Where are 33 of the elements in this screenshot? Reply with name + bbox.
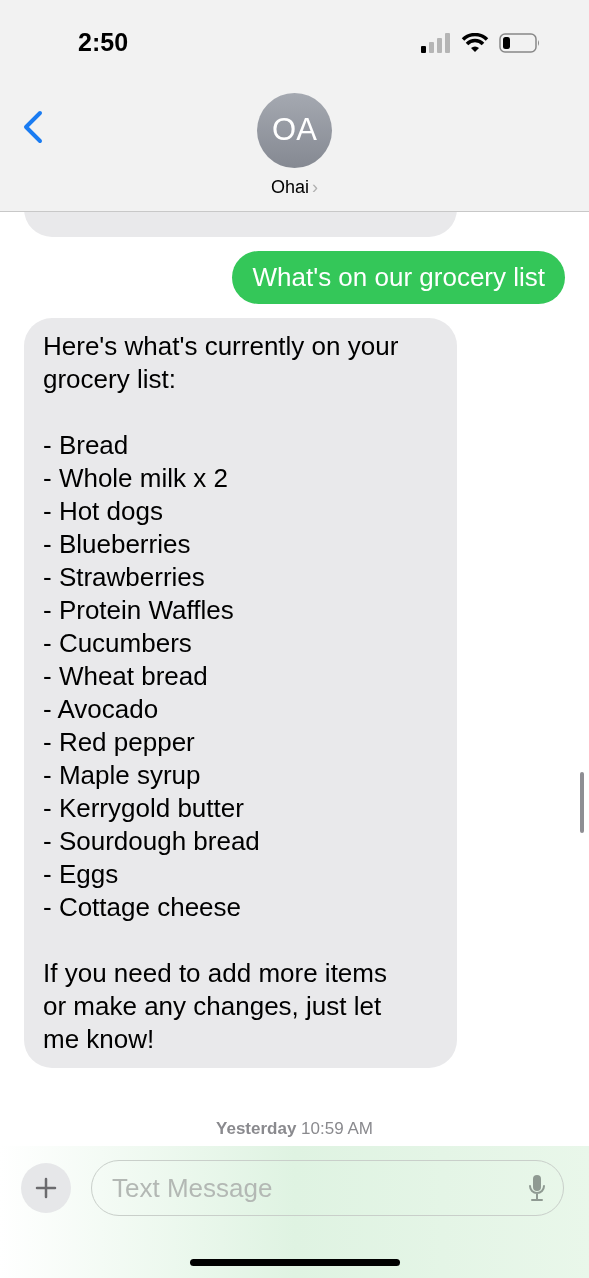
message-text: If you need to add more items or make any changes, just let me know! — [43, 957, 388, 1056]
battery-icon — [499, 33, 541, 53]
signal-icon — [421, 33, 451, 53]
message-text: - Eggs — [43, 858, 120, 891]
message-text: - Whole milk x 2 — [43, 462, 229, 495]
microphone-icon — [528, 1174, 546, 1202]
message-text: - Hot dogs — [43, 495, 164, 528]
message-text: - Kerrygold butter — [43, 792, 245, 825]
back-icon — [22, 110, 44, 144]
timestamp: Yesterday 10:59 AM — [216, 1118, 373, 1140]
add-button[interactable] — [21, 1163, 71, 1213]
plus-icon — [35, 1177, 57, 1199]
message-text: - Bread — [43, 429, 130, 462]
message-text: - Cucumbers — [43, 627, 193, 660]
message-text: - Wheat bread — [43, 660, 209, 693]
contact-name[interactable]: Ohai — [271, 174, 309, 201]
message-text: - Maple syrup — [43, 759, 202, 792]
message-field[interactable]: Text Message — [91, 1160, 564, 1216]
message-text: - Avocado — [43, 693, 160, 726]
avatar-initials: OA — [272, 111, 317, 150]
chevron-icon: › — [312, 174, 318, 201]
message-text: - Protein Waffles — [43, 594, 235, 627]
message-text: - Cottage cheese — [43, 891, 242, 924]
back-button[interactable] — [22, 110, 44, 144]
message-text: - Blueberries — [43, 528, 192, 561]
wifi-icon — [461, 33, 489, 53]
message-text: - Strawberries — [43, 561, 206, 594]
message-text: - Red pepper — [43, 726, 196, 759]
status-time: 2:50 — [78, 27, 129, 59]
message-text: Here's what's currently on your grocery list: — [43, 330, 400, 396]
scroll-indicator — [580, 772, 584, 833]
message-text: What's on our grocery list — [252, 261, 545, 294]
message-text: - Sourdough bread — [43, 825, 261, 858]
